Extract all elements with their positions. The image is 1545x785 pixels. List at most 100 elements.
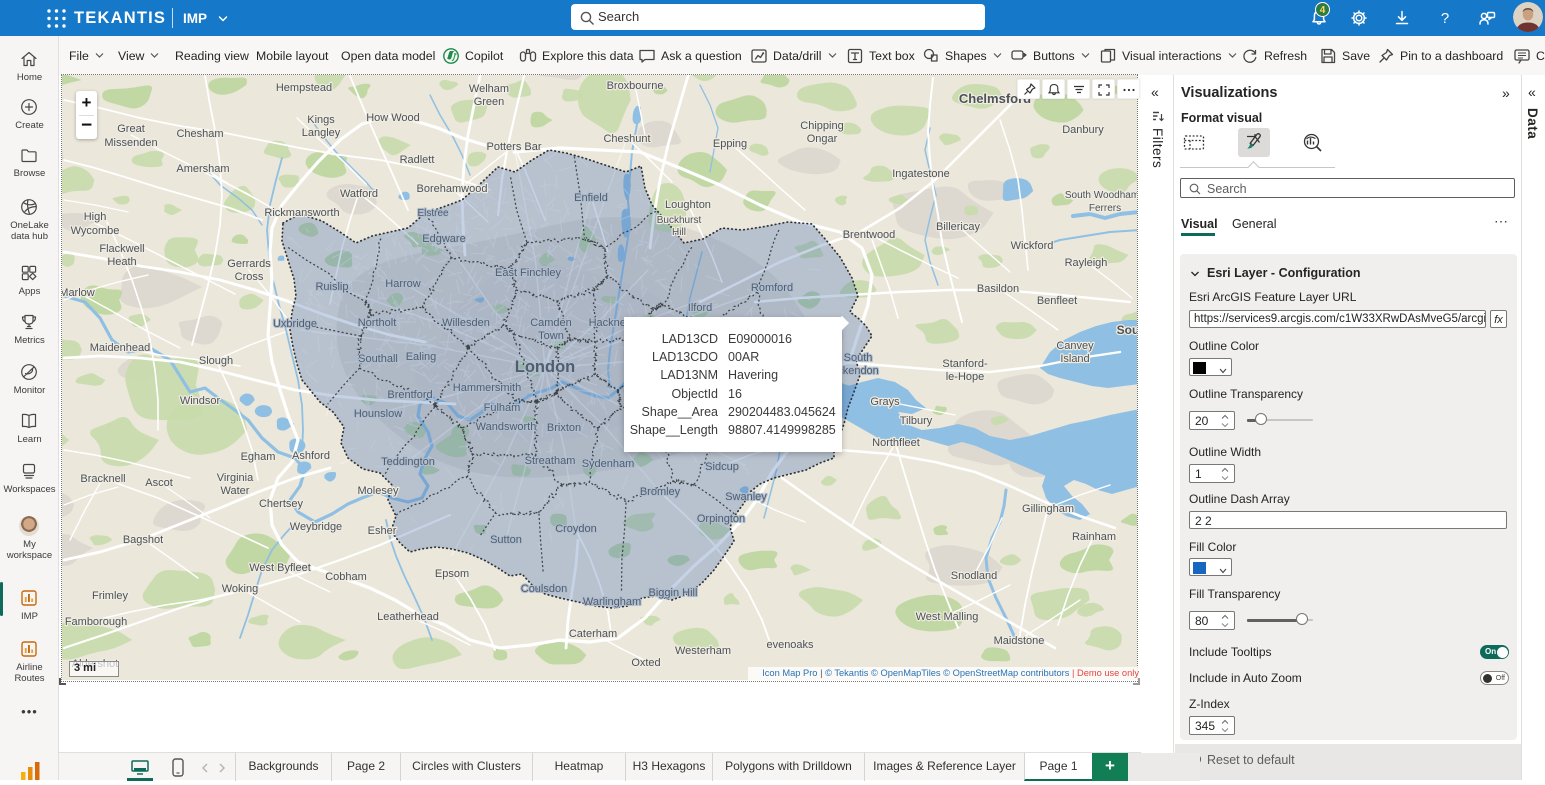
svg-text:Billericay: Billericay (936, 221, 981, 233)
svg-text:Ilford: Ilford (688, 302, 712, 314)
svg-text:Croydon: Croydon (555, 523, 597, 535)
svg-text:Egham: Egham (241, 451, 276, 463)
svg-text:Flackwell: Flackwell (99, 243, 144, 255)
svg-text:Streatham: Streatham (525, 455, 576, 467)
svg-text:South Woodham: South Woodham (1065, 190, 1137, 201)
svg-text:Danbury: Danbury (1062, 124, 1104, 136)
svg-text:Romford: Romford (751, 282, 793, 294)
svg-text:Ascot: Ascot (145, 477, 173, 489)
svg-text:South: South (844, 352, 873, 364)
svg-text:Chesham: Chesham (176, 128, 223, 140)
svg-text:Bromley: Bromley (640, 486, 681, 498)
svg-text:Marlow: Marlow (62, 287, 95, 299)
svg-text:Brixton: Brixton (547, 422, 581, 434)
svg-text:Hammersmith: Hammersmith (453, 382, 521, 394)
svg-text:Southall: Southall (358, 353, 398, 365)
svg-text:Leatherhead: Leatherhead (377, 611, 439, 623)
svg-text:East Finchley: East Finchley (495, 267, 562, 279)
svg-text:Westerham: Westerham (675, 645, 731, 657)
svg-text:Ongar: Ongar (807, 133, 838, 145)
svg-text:Oxted: Oxted (631, 657, 660, 669)
svg-text:Epping: Epping (713, 138, 747, 150)
svg-text:West Byfleet: West Byfleet (249, 562, 311, 574)
svg-text:Gillingham: Gillingham (1022, 503, 1074, 515)
svg-text:Grays: Grays (870, 396, 900, 408)
svg-text:Rainham: Rainham (1072, 531, 1116, 543)
svg-text:Hill: Hill (672, 227, 686, 238)
svg-text:Broxbourne: Broxbourne (607, 80, 664, 92)
svg-text:Virginia: Virginia (217, 472, 254, 484)
svg-text:Missenden: Missenden (104, 137, 157, 149)
svg-text:Loughton: Loughton (665, 199, 711, 211)
svg-text:Sutton: Sutton (490, 534, 522, 546)
svg-text:Wycombe: Wycombe (71, 225, 120, 237)
svg-text:Potters Bar: Potters Bar (486, 141, 541, 153)
svg-text:Snodland: Snodland (951, 570, 998, 582)
svg-text:Welham: Welham (469, 83, 509, 95)
svg-text:Ealing: Ealing (406, 351, 437, 363)
svg-text:Bracknell: Bracknell (80, 473, 125, 485)
svg-text:Elstree: Elstree (417, 208, 449, 219)
svg-text:Hempstead: Hempstead (276, 82, 332, 94)
svg-text:Chertsey: Chertsey (259, 498, 304, 510)
svg-text:Island: Island (1060, 353, 1089, 365)
svg-text:Edgware: Edgware (422, 233, 465, 245)
svg-text:Slough: Slough (199, 355, 233, 367)
svg-text:Weybridge: Weybridge (290, 521, 342, 533)
svg-text:Camden: Camden (530, 317, 572, 329)
svg-text:Warlingham: Warlingham (583, 596, 641, 608)
svg-text:Wandsworth: Wandsworth (476, 421, 537, 433)
svg-text:Fulham: Fulham (484, 402, 521, 414)
svg-text:Swanley: Swanley (725, 491, 767, 503)
svg-text:West Malling: West Malling (916, 611, 979, 623)
svg-text:Orpington: Orpington (697, 513, 745, 525)
svg-text:Frimley: Frimley (92, 590, 129, 602)
svg-text:Ruislip: Ruislip (315, 281, 348, 293)
svg-text:Harrow: Harrow (385, 278, 421, 290)
svg-text:Northolt: Northolt (358, 317, 397, 329)
svg-text:London: London (515, 358, 575, 376)
svg-text:Uxbridge: Uxbridge (273, 318, 317, 330)
svg-text:Enfield: Enfield (574, 192, 608, 204)
svg-text:Willesden: Willesden (442, 317, 490, 329)
svg-text:?: ? (1441, 10, 1449, 27)
svg-text:Chipping: Chipping (800, 120, 843, 132)
svg-text:How Wood: How Wood (366, 112, 420, 124)
svg-text:Borehamwood: Borehamwood (417, 183, 488, 195)
svg-text:Watford: Watford (340, 188, 378, 200)
svg-text:Sidcup: Sidcup (705, 461, 739, 473)
svg-text:Great: Great (117, 123, 145, 135)
svg-text:Rickmansworth: Rickmansworth (264, 207, 339, 219)
svg-text:Cross: Cross (235, 271, 264, 283)
svg-text:Rayleigh: Rayleigh (1065, 257, 1108, 269)
svg-text:Bagshot: Bagshot (123, 534, 163, 546)
svg-text:Heath: Heath (107, 256, 136, 268)
svg-text:Famborough: Famborough (65, 616, 127, 628)
svg-text:Basildon: Basildon (977, 283, 1019, 295)
svg-text:Coulsdon: Coulsdon (521, 583, 567, 595)
svg-text:Ashford: Ashford (292, 450, 330, 462)
svg-text:Buckhurst: Buckhurst (657, 215, 702, 226)
svg-text:Woking: Woking (222, 583, 258, 595)
svg-text:Epsom: Epsom (435, 568, 469, 580)
svg-text:Water: Water (221, 485, 250, 497)
svg-text:Cobham: Cobham (325, 571, 367, 583)
svg-text:Canvey: Canvey (1056, 340, 1094, 352)
svg-text:Brentford: Brentford (387, 389, 432, 401)
svg-text:Ingatestone: Ingatestone (892, 168, 950, 180)
svg-text:Langley: Langley (302, 127, 341, 139)
svg-text:Sydenham: Sydenham (582, 458, 635, 470)
svg-text:Hounslow: Hounslow (354, 408, 402, 420)
svg-text:Molesey: Molesey (358, 485, 399, 497)
svg-text:Esher: Esher (368, 525, 397, 537)
svg-text:Brentwood: Brentwood (843, 229, 896, 241)
svg-text:Kings: Kings (307, 114, 335, 126)
svg-text:Green: Green (474, 96, 505, 108)
svg-text:Gerrards: Gerrards (227, 258, 271, 270)
svg-text:Town: Town (538, 330, 564, 342)
svg-text:Radlett: Radlett (400, 154, 435, 166)
svg-text:le-Hope: le-Hope (946, 371, 985, 383)
svg-text:Teddington: Teddington (381, 456, 435, 468)
svg-text:Amersham: Amersham (176, 163, 229, 175)
svg-text:Sou: Sou (1117, 323, 1137, 337)
